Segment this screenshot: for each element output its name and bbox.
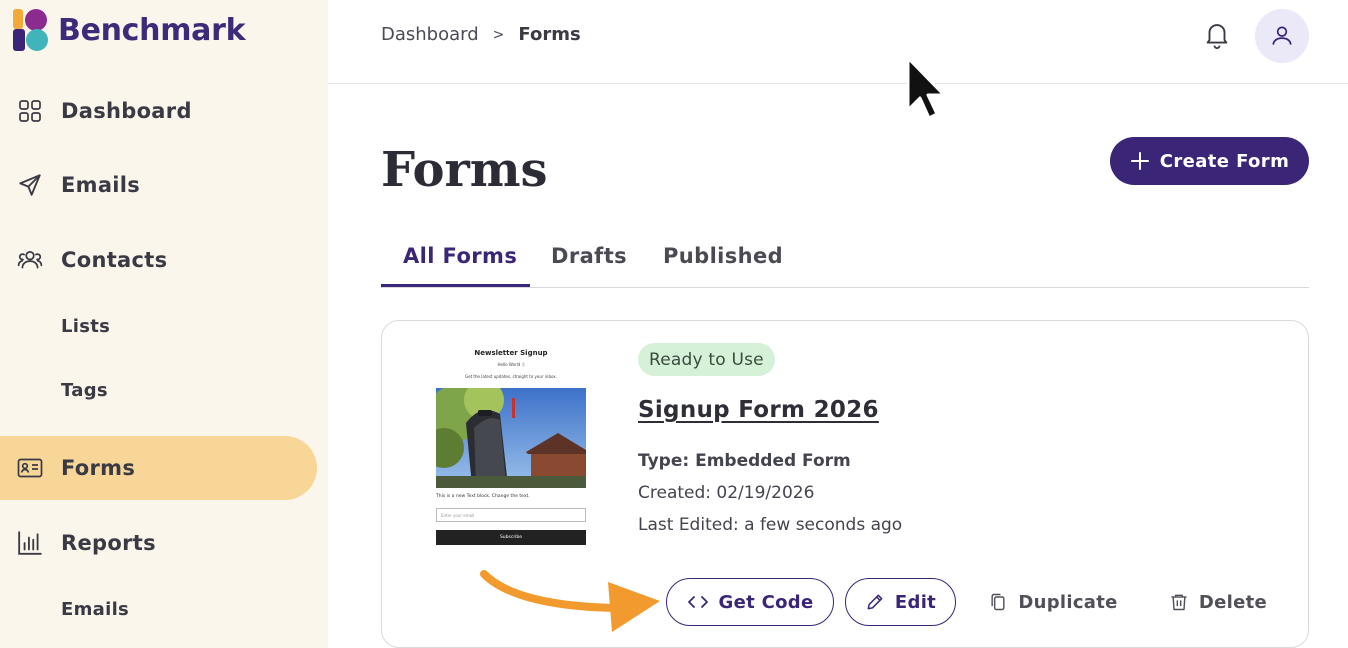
form-type: Type: Embedded Form [638, 451, 851, 471]
brand[interactable]: Benchmark [12, 8, 246, 52]
breadcrumb-dashboard-link[interactable]: Dashboard [381, 24, 479, 45]
bar-chart-icon [17, 530, 43, 556]
form-created-date: Created: 02/19/2026 [638, 483, 815, 503]
sidebar-item-tags[interactable]: Tags [0, 365, 317, 415]
copy-icon [988, 592, 1008, 612]
form-name-link[interactable]: Signup Form 2026 [638, 397, 879, 423]
breadcrumb: Dashboard > Forms [381, 24, 581, 45]
id-card-icon [17, 455, 43, 481]
sidebar-item-reports[interactable]: Reports [0, 518, 317, 568]
breadcrumb-separator: > [492, 26, 505, 43]
mouse-cursor-icon [900, 54, 950, 130]
benchmark-logo-icon [12, 8, 50, 52]
annotation-arrow-icon [476, 568, 666, 642]
get-code-button[interactable]: Get Code [666, 578, 834, 626]
plus-icon [1130, 151, 1150, 171]
form-tabs: All Forms Drafts Published [381, 240, 1309, 288]
sidebar-item-label: Reports [61, 531, 156, 555]
sidebar-item-label: Dashboard [61, 99, 192, 123]
sidebar-item-label: Emails [61, 173, 141, 197]
tab-all-forms[interactable]: All Forms [403, 244, 517, 268]
sidebar: Benchmark Dashboard Emails Contacts List… [0, 0, 328, 648]
preview-title: Newsletter Signup [474, 349, 548, 357]
sidebar-item-label: Forms [61, 456, 136, 480]
bell-icon[interactable] [1202, 20, 1232, 50]
top-header: Dashboard > Forms [328, 0, 1348, 84]
mailbox-photo [436, 388, 586, 488]
pencil-icon [865, 592, 885, 612]
code-icon [687, 594, 709, 610]
sidebar-item-lists[interactable]: Lists [0, 301, 317, 351]
trash-icon [1169, 592, 1189, 612]
edit-label: Edit [894, 591, 937, 613]
duplicate-button[interactable]: Duplicate [988, 578, 1118, 626]
sidebar-item-dashboard[interactable]: Dashboard [0, 86, 317, 136]
user-icon [1269, 23, 1295, 49]
preview-subtitle: Get the latest updates, straight to your… [465, 374, 557, 379]
delete-button[interactable]: Delete [1168, 578, 1268, 626]
sidebar-item-label: Emails [61, 598, 130, 620]
send-icon [17, 172, 43, 198]
sidebar-item-forms[interactable]: Forms [0, 436, 317, 500]
preview-text-block: This is a new Text block. Change the tex… [436, 494, 530, 499]
sidebar-item-label: Tags [61, 379, 108, 401]
tab-drafts[interactable]: Drafts [551, 244, 627, 268]
create-form-label: Create Form [1159, 150, 1290, 172]
edit-button[interactable]: Edit [845, 578, 956, 626]
preview-subscribe-button: Subscribe [436, 530, 586, 545]
sidebar-item-label: Lists [61, 315, 111, 337]
active-tab-indicator [381, 284, 530, 287]
user-avatar-button[interactable] [1255, 9, 1309, 63]
status-badge: Ready to Use [638, 343, 775, 376]
breadcrumb-current: Forms [518, 24, 581, 45]
users-icon [17, 247, 43, 273]
create-form-button[interactable]: Create Form [1110, 137, 1309, 185]
form-last-edited: Last Edited: a few seconds ago [638, 515, 903, 535]
get-code-label: Get Code [718, 591, 814, 613]
tab-published[interactable]: Published [663, 244, 783, 268]
sidebar-item-label: Contacts [61, 248, 168, 272]
form-preview-thumbnail[interactable]: Newsletter Signup Hello World :) Get the… [436, 345, 586, 550]
sidebar-item-report-emails[interactable]: Emails [0, 584, 317, 634]
delete-label: Delete [1198, 591, 1268, 613]
preview-email-input: Enter your email [436, 508, 586, 522]
sidebar-item-contacts[interactable]: Contacts [0, 235, 317, 285]
brand-name: Benchmark [58, 12, 246, 48]
page-title: Forms [381, 142, 548, 198]
sidebar-item-emails[interactable]: Emails [0, 160, 317, 210]
preview-hello: Hello World :) [497, 362, 525, 367]
grid-icon [17, 98, 43, 124]
duplicate-label: Duplicate [1018, 591, 1118, 613]
